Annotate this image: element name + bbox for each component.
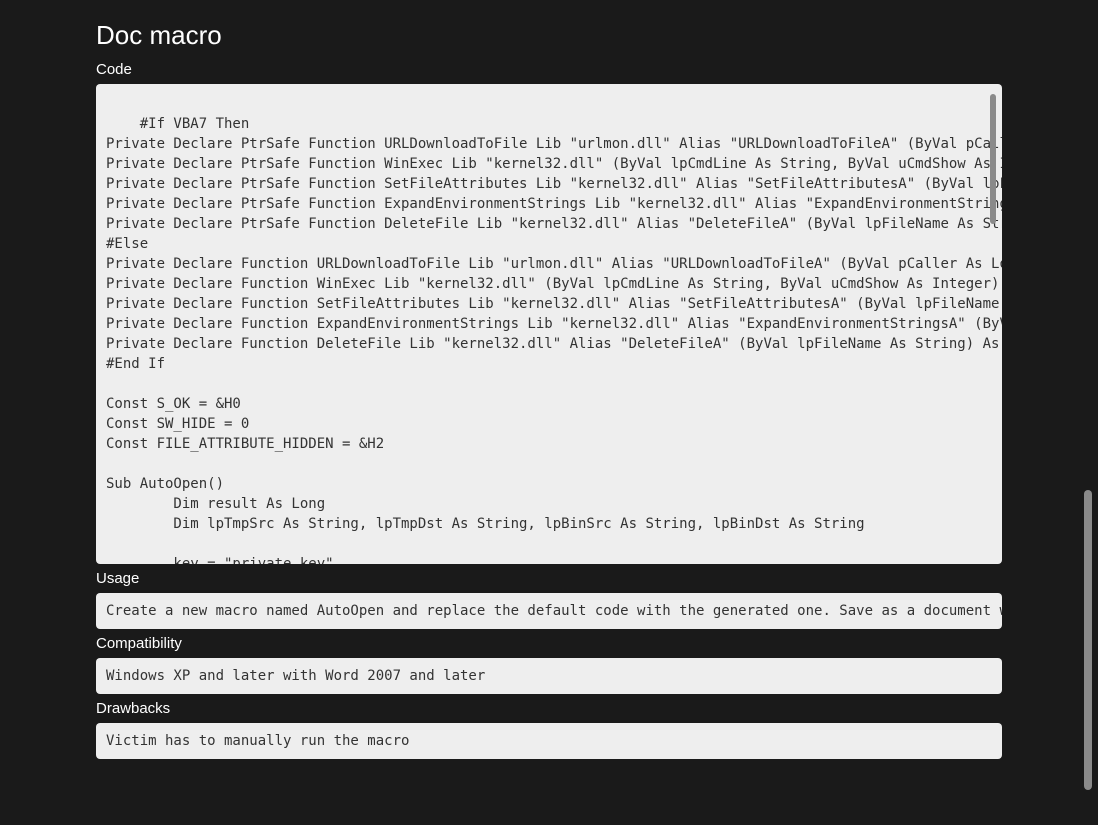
drawbacks-content-panel: Victim has to manually run the macro: [96, 723, 1002, 759]
content-wrapper: Doc macro Code #If VBA7 Then Private Dec…: [0, 0, 1098, 759]
compatibility-content-panel: Windows XP and later with Word 2007 and …: [96, 658, 1002, 694]
code-label: Code: [96, 61, 1002, 78]
usage-content-panel[interactable]: Create a new macro named AutoOpen and re…: [96, 593, 1002, 629]
drawbacks-text: Victim has to manually run the macro: [106, 733, 409, 749]
code-content-panel[interactable]: #If VBA7 Then Private Declare PtrSafe Fu…: [96, 84, 1002, 564]
page-title: Doc macro: [96, 20, 1002, 51]
compatibility-text: Windows XP and later with Word 2007 and …: [106, 668, 485, 684]
code-text: #If VBA7 Then Private Declare PtrSafe Fu…: [106, 116, 1002, 564]
usage-label: Usage: [96, 570, 1002, 587]
page-scrollbar-thumb[interactable]: [1084, 490, 1092, 790]
page-scrollbar-track[interactable]: [1084, 20, 1092, 813]
compatibility-label: Compatibility: [96, 635, 1002, 652]
vertical-scrollbar-thumb[interactable]: [990, 94, 996, 224]
drawbacks-label: Drawbacks: [96, 700, 1002, 717]
usage-text: Create a new macro named AutoOpen and re…: [106, 603, 1002, 619]
